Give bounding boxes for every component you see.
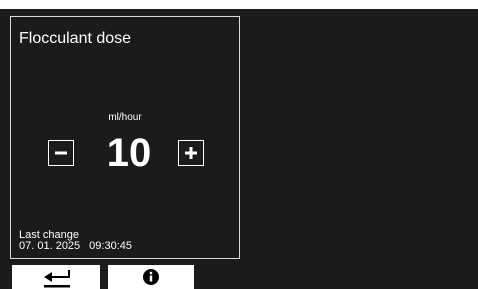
screen: Flocculant dose ml/hour 10 Last change 0… [0,9,478,289]
panel-title: Flocculant dose [19,30,132,47]
back-button[interactable] [12,265,100,289]
increase-button[interactable] [178,140,204,166]
flocculant-dose-panel: Flocculant dose ml/hour 10 Last change 0… [10,16,240,259]
return-arrow-icon [44,270,70,288]
dose-value: 10 [106,131,152,175]
decrease-button[interactable] [48,140,74,166]
plus-icon [185,147,197,159]
info-icon [143,269,159,285]
last-change-time: 09:30:45 [89,240,132,252]
info-button[interactable] [108,265,194,289]
unit-label: ml/hour [108,112,142,123]
last-change-date: 07. 01. 2025 [19,240,81,252]
last-change-info: Last change 07. 01. 2025 09:30:45 [19,230,132,252]
minus-icon [55,151,67,155]
